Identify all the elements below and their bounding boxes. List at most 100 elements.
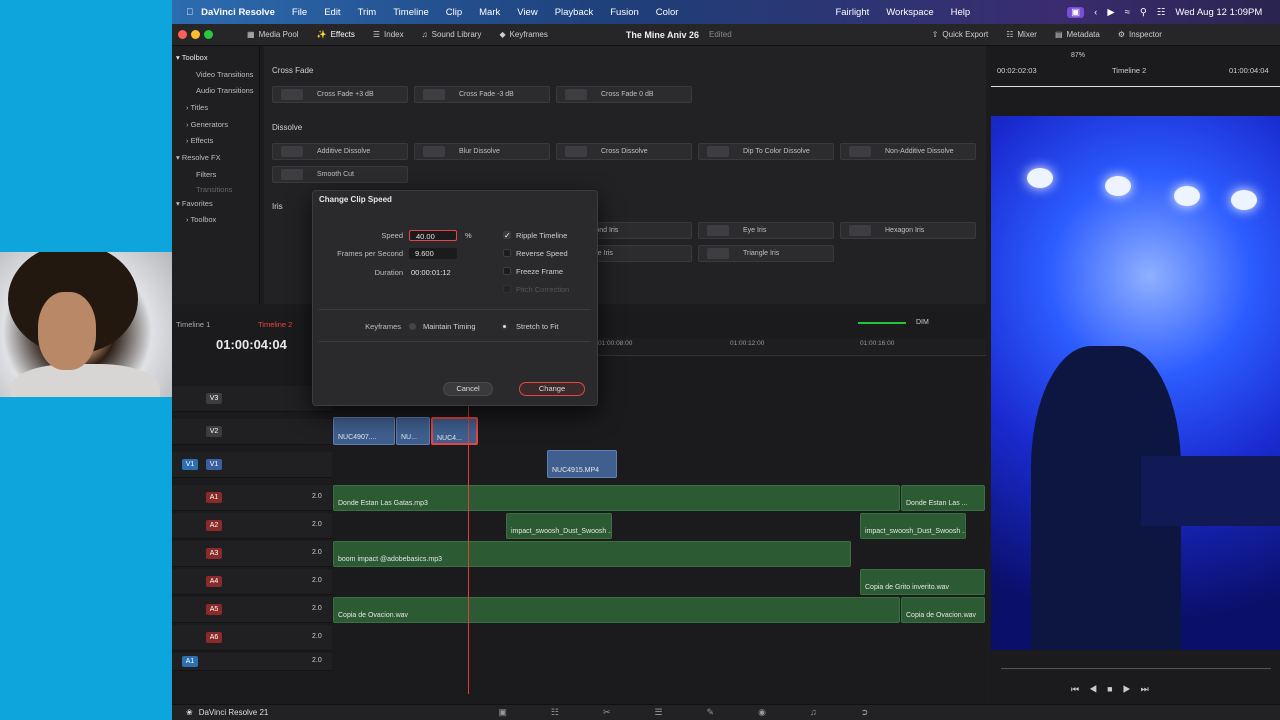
inspector-button[interactable]: ⚙ Inspector: [1118, 30, 1162, 39]
search-icon[interactable]: ⚲: [1140, 7, 1147, 18]
menu-file[interactable]: File: [292, 7, 307, 18]
close-window-button[interactable]: [178, 30, 187, 39]
effect-cross-fade-0[interactable]: Cross Fade 0 dB: [556, 86, 692, 103]
menu-workspace[interactable]: Workspace: [886, 7, 933, 18]
apple-icon[interactable]: : [186, 7, 193, 18]
menu-clip[interactable]: Clip: [446, 7, 462, 18]
tree-transitions[interactable]: Transitions: [172, 184, 259, 196]
effect-dip-to-color[interactable]: Dip To Color Dissolve: [698, 143, 834, 160]
track-tag[interactable]: A2: [206, 520, 222, 531]
play-circle-icon[interactable]: ▶: [1107, 7, 1114, 18]
tree-favorites-toolbox[interactable]: › Toolbox: [172, 212, 259, 229]
audio-clip[interactable]: impact_swoosh_Dust_Swoosh ...: [506, 513, 612, 539]
audio-clip[interactable]: Donde Estan Las ...: [901, 485, 985, 511]
track-tag[interactable]: A4: [206, 576, 222, 587]
menu-help[interactable]: Help: [951, 7, 971, 18]
track-tag[interactable]: A5: [206, 604, 222, 615]
reverse-speed-checkbox[interactable]: [503, 249, 511, 257]
track-tag[interactable]: A1: [206, 492, 222, 503]
effect-cross-fade-minus3[interactable]: Cross Fade -3 dB: [414, 86, 550, 103]
source-tag-v1[interactable]: V1: [182, 459, 198, 470]
page-nav-icons[interactable]: ▣☷✂☰✎◉♫➲: [498, 707, 912, 718]
dim-button[interactable]: DIM: [916, 319, 929, 326]
viewer-timeline-name[interactable]: Timeline 2: [1112, 66, 1146, 75]
index-tab[interactable]: ☰ Index: [373, 30, 404, 39]
metadata-button[interactable]: ▤ Metadata: [1055, 30, 1100, 39]
tree-filters[interactable]: Filters: [172, 167, 259, 184]
duration-value[interactable]: 00:00:01:12: [409, 267, 461, 278]
fps-input[interactable]: 9.600: [409, 248, 457, 259]
effect-triangle-iris[interactable]: Triangle Iris: [698, 245, 834, 262]
maintain-timing-radio[interactable]: [409, 323, 416, 330]
tree-audio-transitions[interactable]: Audio Transitions: [172, 83, 259, 100]
timeline-timecode[interactable]: 01:00:04:04: [216, 337, 287, 352]
effect-hexagon-iris[interactable]: Hexagon Iris: [840, 222, 976, 239]
menu-fairlight[interactable]: Fairlight: [835, 7, 869, 18]
back-icon[interactable]: ‹: [1094, 7, 1097, 18]
transport-controls[interactable]: ⏮◀■▶⏭: [1071, 684, 1159, 695]
media-pool-tab[interactable]: ▦ Media Pool: [247, 30, 299, 39]
volume-slider[interactable]: [858, 322, 906, 324]
audio-clip[interactable]: boom impact @adobebasics.mp3: [333, 541, 851, 567]
audio-clip[interactable]: Copia de Ovacion.wav: [333, 597, 900, 623]
tree-generators[interactable]: › Generators: [172, 117, 259, 134]
effect-eye-iris[interactable]: Eye Iris: [698, 222, 834, 239]
video-clip[interactable]: NUC4907....: [333, 417, 395, 445]
track-tag[interactable]: A6: [206, 632, 222, 643]
freeze-frame-checkbox[interactable]: [503, 267, 511, 275]
tree-effects[interactable]: › Effects: [172, 133, 259, 150]
wifi-icon[interactable]: ≈: [1125, 7, 1130, 18]
zoom-window-button[interactable]: [204, 30, 213, 39]
playhead[interactable]: [468, 356, 469, 694]
effect-non-additive[interactable]: Non-Additive Dissolve: [840, 143, 976, 160]
viewer-scrubber[interactable]: [991, 86, 1280, 87]
control-center-icon[interactable]: ☷: [1157, 7, 1166, 18]
video-clip-selected[interactable]: NUC4...: [431, 417, 478, 445]
track-tag[interactable]: V2: [206, 426, 222, 437]
effect-additive-dissolve[interactable]: Additive Dissolve: [272, 143, 408, 160]
audio-clip[interactable]: impact_swoosh_Dust_Swoosh ...: [860, 513, 966, 539]
track-tag[interactable]: A3: [206, 548, 222, 559]
tree-toolbox[interactable]: ▾ Toolbox: [172, 50, 259, 67]
effect-cross-fade-plus3[interactable]: Cross Fade +3 dB: [272, 86, 408, 103]
menu-trim[interactable]: Trim: [358, 7, 377, 18]
audio-clip[interactable]: Copia de Grito inverito.wav: [860, 569, 985, 595]
zoom-level[interactable]: 87%: [1071, 52, 1085, 59]
sound-library-tab[interactable]: ♫ Sound Library: [422, 30, 482, 39]
clock-datetime[interactable]: Wed Aug 12 1:09PM: [1175, 7, 1262, 18]
audio-clip[interactable]: Donde Estan Las Gatas.mp3: [333, 485, 900, 511]
menu-playback[interactable]: Playback: [555, 7, 594, 18]
track-tag[interactable]: V3: [206, 393, 222, 404]
stretch-to-fit-radio[interactable]: [501, 323, 508, 330]
effect-cross-dissolve[interactable]: Cross Dissolve: [556, 143, 692, 160]
source-tag-a1[interactable]: A1: [182, 656, 198, 667]
menu-color[interactable]: Color: [656, 7, 679, 18]
mixer-button[interactable]: ☷ Mixer: [1006, 30, 1037, 39]
menu-edit[interactable]: Edit: [324, 7, 340, 18]
minimize-window-button[interactable]: [191, 30, 200, 39]
keyframes-tab[interactable]: ◆ Keyframes: [499, 30, 547, 39]
screen-record-icon[interactable]: ▣: [1067, 6, 1085, 18]
menu-mark[interactable]: Mark: [479, 7, 500, 18]
quick-export-button[interactable]: ⇧ Quick Export: [932, 30, 989, 39]
pitch-correction-checkbox[interactable]: [503, 285, 511, 293]
audio-clip[interactable]: Copia de Ovacion.wav: [901, 597, 985, 623]
menu-app-name[interactable]: DaVinci Resolve: [201, 7, 275, 18]
ripple-timeline-checkbox[interactable]: ✓: [503, 231, 511, 240]
menu-timeline[interactable]: Timeline: [393, 7, 429, 18]
menu-fusion[interactable]: Fusion: [610, 7, 639, 18]
viewer-timeline-bar[interactable]: [1001, 668, 1271, 669]
tree-resolve-fx[interactable]: ▾ Resolve FX: [172, 150, 259, 167]
tree-titles[interactable]: › Titles: [172, 100, 259, 117]
tree-favorites[interactable]: ▾ Favorites: [172, 196, 259, 213]
menu-view[interactable]: View: [517, 7, 537, 18]
video-clip[interactable]: NU...: [396, 417, 430, 445]
effect-blur-dissolve[interactable]: Blur Dissolve: [414, 143, 550, 160]
cancel-button[interactable]: Cancel: [443, 382, 493, 396]
speed-input[interactable]: 40.00: [409, 230, 457, 241]
tree-video-transitions[interactable]: Video Transitions: [172, 67, 259, 84]
effect-smooth-cut[interactable]: Smooth Cut: [272, 166, 408, 183]
video-clip[interactable]: NUC4915.MP4: [547, 450, 617, 478]
timeline-tab-1[interactable]: Timeline 1: [176, 320, 210, 329]
timeline-tab-2[interactable]: Timeline 2: [258, 320, 292, 329]
